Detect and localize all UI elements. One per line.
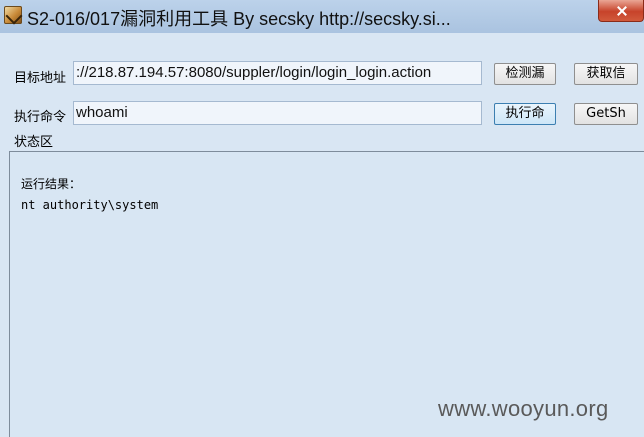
- result-heading: 运行结果：: [21, 177, 82, 191]
- app-window: S2-016/017漏洞利用工具 By secsky http://secsky…: [0, 0, 644, 437]
- get-info-button[interactable]: 获取信: [574, 63, 638, 85]
- status-output-area[interactable]: 运行结果： nt authority\system: [9, 151, 644, 437]
- getshell-button[interactable]: GetSh: [574, 103, 638, 125]
- detect-vuln-button[interactable]: 检测漏: [494, 63, 556, 85]
- title-bar[interactable]: S2-016/017漏洞利用工具 By secsky http://secsky…: [0, 0, 644, 33]
- command-input[interactable]: whoami: [73, 101, 482, 125]
- target-url-input[interactable]: ://218.87.194.57:8080/suppler/login/logi…: [73, 61, 482, 85]
- app-icon: [4, 6, 22, 24]
- result-line: nt authority\system: [21, 198, 159, 212]
- cmd-label: 执行命令: [14, 110, 67, 125]
- status-group-label: 状态区: [14, 135, 54, 150]
- execute-command-button[interactable]: 执行命: [494, 103, 556, 125]
- window-title: S2-016/017漏洞利用工具 By secsky http://secsky…: [27, 9, 451, 29]
- close-button[interactable]: [598, 0, 644, 22]
- watermark: www.wooyun.org: [438, 396, 609, 421]
- form-area: 目标地址 ://218.87.194.57:8080/suppler/login…: [0, 33, 644, 133]
- url-label: 目标地址: [14, 71, 67, 86]
